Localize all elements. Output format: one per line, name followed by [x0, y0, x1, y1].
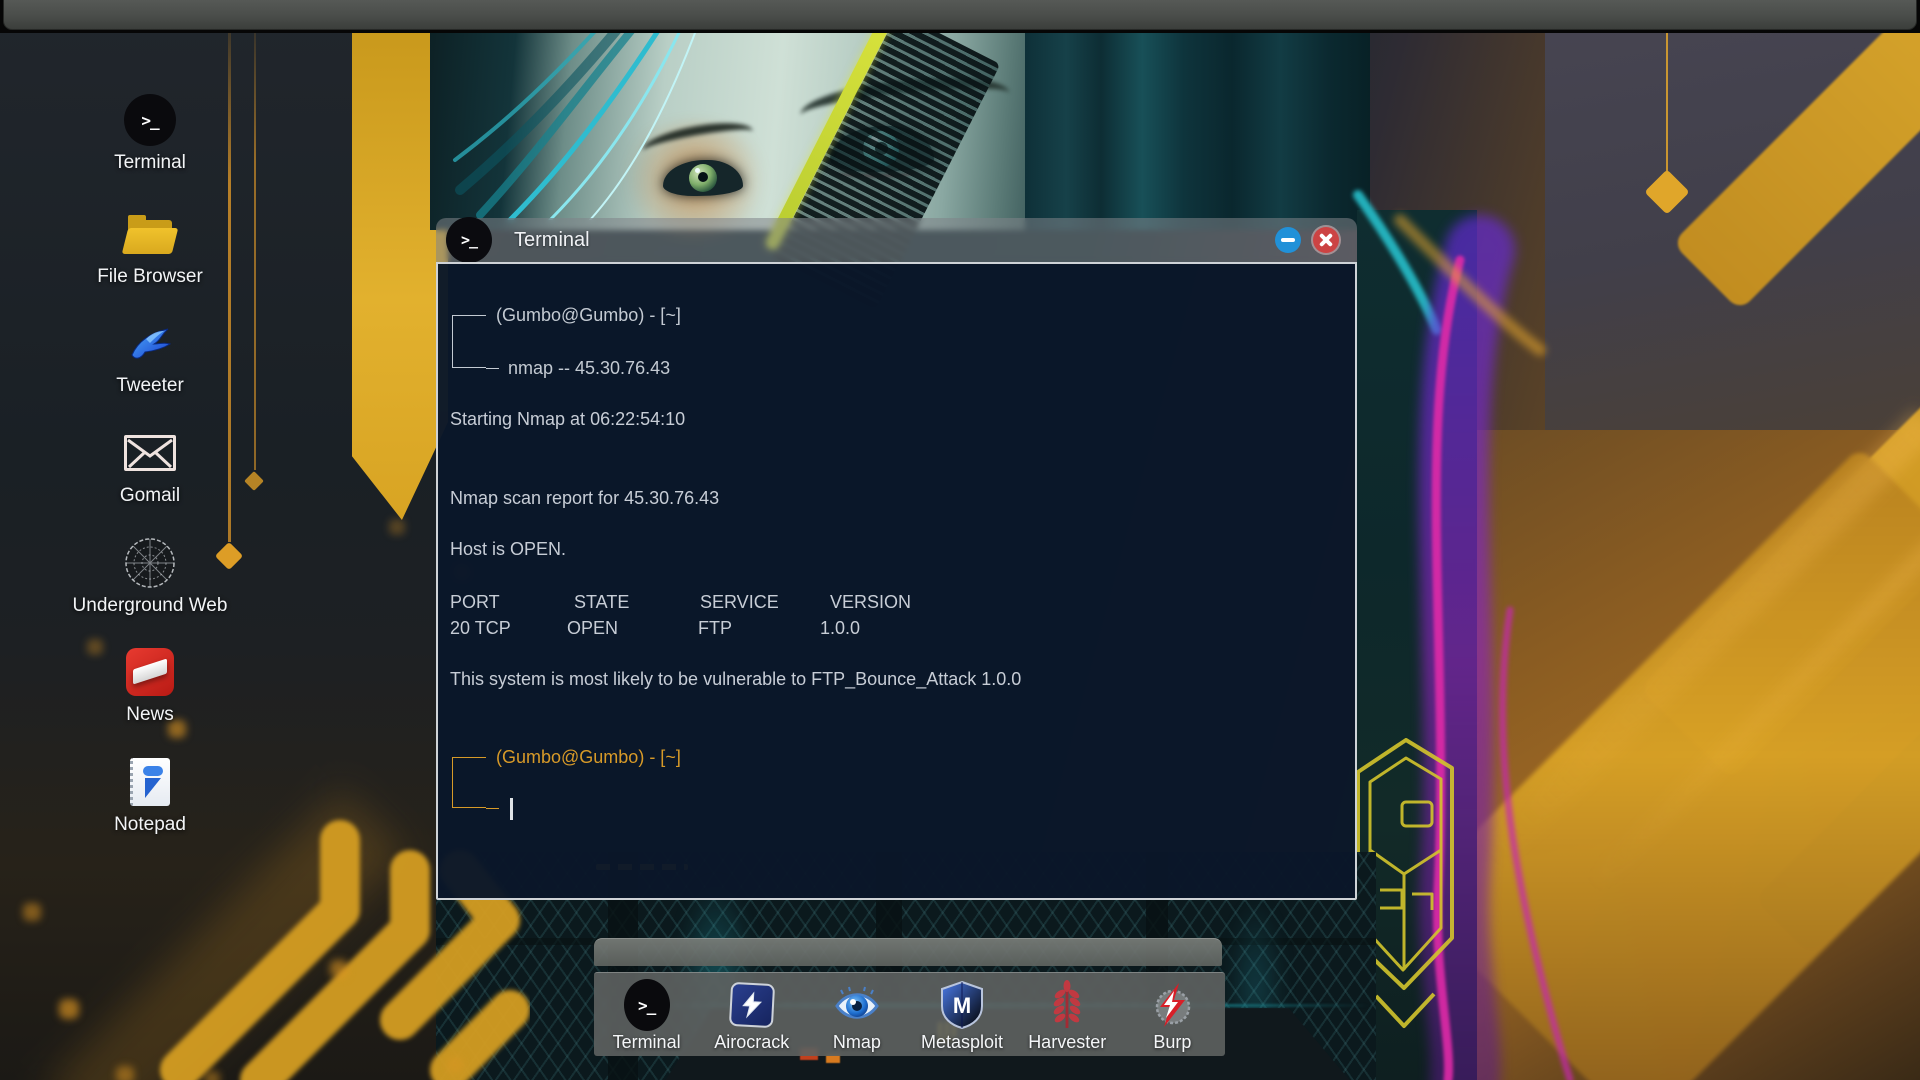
- terminal-prompt-glyph: >_: [460, 231, 478, 249]
- wallpaper-thin-line: [254, 30, 256, 470]
- folder-icon: [121, 208, 179, 260]
- shell-prompt-active: (Gumbo@Gumbo) - [~]: [450, 744, 1150, 864]
- text-cursor: [510, 798, 513, 821]
- dock: >_ Terminal Airocrack Nmap M Metasploit …: [594, 972, 1225, 1056]
- scan-results-table: PORT STATE SERVICE VERSION 20 TCP OPEN F…: [450, 589, 1050, 641]
- wallpaper-curtain: [1025, 30, 1370, 230]
- dock-item-terminal[interactable]: >_ Terminal: [597, 979, 697, 1053]
- desktop-icon-label: News: [126, 704, 174, 725]
- output-line-report: Nmap scan report for 45.30.76.43: [450, 488, 720, 508]
- close-icon[interactable]: [1313, 227, 1339, 253]
- desktop-icon-label: Terminal: [114, 152, 186, 173]
- dock-item-burp[interactable]: Burp: [1122, 979, 1222, 1053]
- table-header: STATE: [574, 592, 630, 612]
- system-topbar[interactable]: [3, 0, 1917, 30]
- terminal-app-icon: >_: [446, 217, 492, 263]
- dock-item-label: Nmap: [832, 1032, 881, 1052]
- dock-item-label: Burp: [1153, 1032, 1192, 1052]
- prompt-command: nmap -- 45.30.76.43: [508, 358, 671, 378]
- burp-bolt-icon: [1122, 979, 1222, 1031]
- wallpaper-hair: [453, 20, 699, 220]
- desktop-icon-label: Underground Web: [72, 595, 228, 616]
- terminal-icon: >_: [122, 94, 178, 146]
- wheat-icon: [1017, 979, 1117, 1031]
- shield-icon: M: [912, 979, 1012, 1031]
- prompt-input-line[interactable]: [508, 795, 513, 821]
- window-controls: [1275, 227, 1339, 253]
- output-line-starting: Starting Nmap at 06:22:54:10: [450, 409, 686, 429]
- terminal-window: >_ Terminal (Gumbo@Gumbo) - [~] nmap -- …: [436, 217, 1357, 900]
- table-header: VERSION: [830, 592, 912, 612]
- output-line-host: Host is OPEN.: [450, 539, 567, 559]
- desktop-icon-terminal[interactable]: >_ Terminal: [70, 94, 230, 174]
- desktop-icon-label: Gomail: [119, 485, 181, 506]
- news-icon: [122, 646, 178, 698]
- terminal-prompt-glyph: >_: [637, 995, 656, 1015]
- envelope-icon: [122, 427, 178, 479]
- desktop-icon-underground-web[interactable]: Underground Web: [70, 537, 230, 617]
- lightning-icon: [702, 979, 802, 1031]
- table-cell-version: 1.0.0: [820, 618, 861, 638]
- terminal-prompt-glyph: >_: [141, 110, 159, 130]
- prompt-bracket: [452, 757, 499, 809]
- dock-item-label: Airocrack: [714, 1032, 790, 1052]
- prompt-bracket: [452, 315, 499, 369]
- prompt-context: (Gumbo@Gumbo) - [~]: [496, 747, 681, 767]
- desktop-icon-label: Tweeter: [116, 375, 184, 396]
- prompt-context: (Gumbo@Gumbo) - [~]: [496, 305, 681, 325]
- table-cell-port: 20 TCP: [450, 618, 511, 638]
- background-window-bar[interactable]: [594, 938, 1222, 966]
- window-titlebar[interactable]: >_ Terminal: [436, 217, 1357, 263]
- desktop-icon-file-browser[interactable]: File Browser: [70, 208, 230, 288]
- dock-item-nmap[interactable]: Nmap: [807, 979, 907, 1053]
- desktop-icon-notepad[interactable]: Notepad: [70, 756, 230, 836]
- dock-item-label: Harvester: [1028, 1032, 1107, 1052]
- table-header: PORT: [450, 592, 500, 612]
- shell-prompt: (Gumbo@Gumbo) - [~] nmap -- 45.30.76.43: [450, 302, 1150, 422]
- dock-item-label: Metasploit: [921, 1032, 1004, 1052]
- desktop-icon-label: Notepad: [114, 814, 186, 835]
- dock-item-label: Terminal: [612, 1032, 681, 1052]
- minimize-icon[interactable]: [1275, 227, 1301, 253]
- dock-item-metasploit[interactable]: M Metasploit: [912, 979, 1012, 1053]
- window-title: Terminal: [514, 228, 590, 251]
- terminal-icon: >_: [597, 979, 697, 1031]
- table-header: SERVICE: [700, 592, 779, 612]
- metasploit-letter: M: [953, 993, 971, 1018]
- bird-icon: [122, 317, 178, 369]
- output-line-vulnerability: This system is most likely to be vulnera…: [450, 669, 1022, 689]
- desktop-icon-news[interactable]: News: [70, 646, 230, 726]
- eye-icon: [807, 979, 907, 1031]
- web-icon: [122, 537, 178, 589]
- dock-item-harvester[interactable]: Harvester: [1017, 979, 1117, 1053]
- dock-item-airocrack[interactable]: Airocrack: [702, 979, 802, 1053]
- table-cell-state: OPEN: [567, 618, 619, 638]
- desktop-icon-tweeter[interactable]: Tweeter: [70, 317, 230, 397]
- table-cell-service: FTP: [698, 618, 732, 638]
- wallpaper-hanging-line: [1666, 30, 1668, 180]
- desktop-icon-gomail[interactable]: Gomail: [70, 427, 230, 507]
- desktop-icon-label: File Browser: [97, 266, 203, 287]
- terminal-output[interactable]: (Gumbo@Gumbo) - [~] nmap -- 45.30.76.43 …: [436, 262, 1357, 900]
- notepad-icon: [122, 756, 178, 808]
